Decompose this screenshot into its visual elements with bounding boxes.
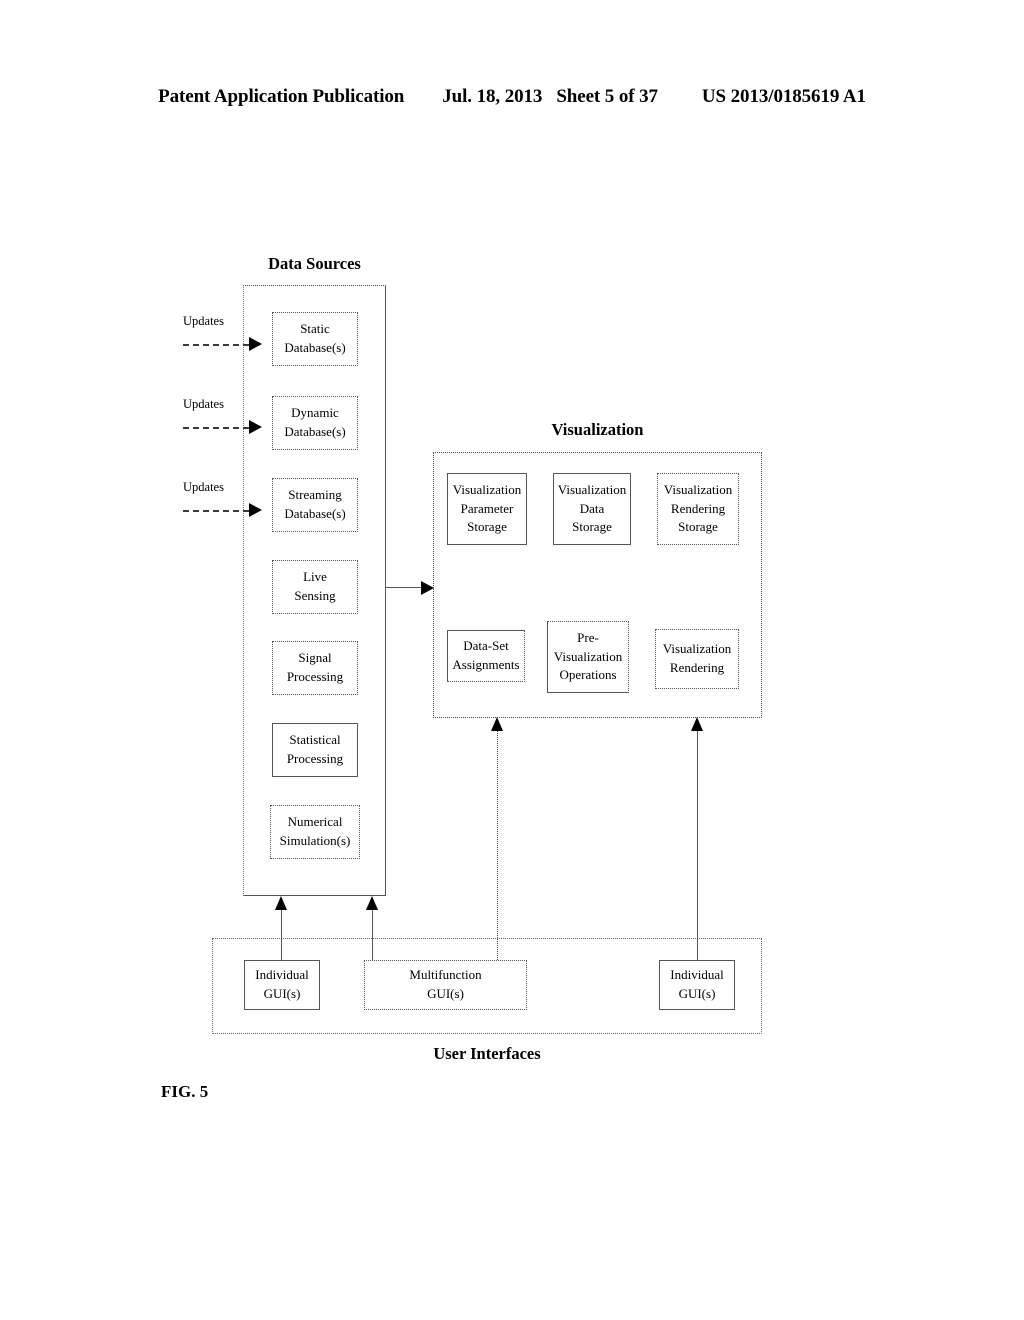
node-signal-processing-line2: Processing <box>286 669 344 684</box>
node-visualization-rendering-line2: Rendering <box>669 660 725 675</box>
node-static-database-line2: Database(s) <box>284 340 346 355</box>
node-individual-gui-left-line1: Individual <box>255 967 309 983</box>
individual-gui-left-to-datasources-arrowhead <box>275 896 287 910</box>
node-visualization-rendering-line1: Visualization <box>662 641 732 657</box>
node-visualization-parameter-storage-line1: Visualization <box>452 481 522 497</box>
node-individual-gui-left[interactable]: Individual GUI(s) <box>244 960 320 1010</box>
node-pre-visualization-operations-line3: Operations <box>559 667 617 683</box>
user-interfaces-caption: User Interfaces <box>433 1044 541 1063</box>
node-data-set-assignments-line2: Assignments <box>452 657 520 672</box>
updates-label-streaming: Updates <box>183 480 224 494</box>
visualization-caption: Visualization <box>551 420 644 439</box>
node-visualization-data-storage[interactable]: Visualization Data Storage <box>553 473 631 545</box>
node-visualization-data-storage-line1: Visualization <box>557 481 627 497</box>
figure-label: FIG. 5 <box>161 1082 209 1101</box>
updates-arrow-line-static <box>183 344 249 346</box>
updates-arrowhead-streaming <box>249 503 262 517</box>
updates-label-dynamic: Updates <box>183 397 224 411</box>
node-statistical-processing-line2: Processing <box>286 751 344 766</box>
node-visualization-rendering-storage-line1: Visualization <box>663 481 733 497</box>
node-statistical-processing-line1: Statistical <box>289 732 341 748</box>
node-visualization-rendering-storage-line3: Storage <box>678 519 718 535</box>
node-individual-gui-right[interactable]: Individual GUI(s) <box>659 960 735 1010</box>
node-numerical-simulations[interactable]: Numerical Simulation(s) <box>270 805 360 859</box>
node-signal-processing-line1: Signal <box>298 650 332 666</box>
node-static-database[interactable]: Static Database(s) <box>272 312 358 366</box>
individual-gui-right-to-visualization-arrowhead <box>691 717 703 731</box>
node-dynamic-database[interactable]: Dynamic Database(s) <box>272 396 358 450</box>
node-dynamic-database-line1: Dynamic <box>291 405 339 421</box>
node-pre-visualization-operations-line1: Pre- <box>577 629 599 645</box>
updates-arrowhead-static <box>249 337 262 351</box>
node-visualization-rendering[interactable]: Visualization Rendering <box>655 629 739 689</box>
node-live-sensing-line1: Live <box>303 569 327 585</box>
node-individual-gui-right-line1: Individual <box>670 967 724 983</box>
node-visualization-parameter-storage-line2: Parameter <box>460 500 514 516</box>
individual-gui-right-to-visualization-line <box>697 731 698 960</box>
node-visualization-rendering-storage[interactable]: Visualization Rendering Storage <box>657 473 739 545</box>
node-visualization-data-storage-line2: Data <box>579 500 605 516</box>
node-multifunction-gui-line1: Multifunction <box>409 967 482 983</box>
updates-arrow-line-streaming <box>183 510 249 512</box>
individual-gui-left-to-datasources-line <box>281 910 282 960</box>
node-numerical-simulations-line1: Numerical <box>287 814 343 830</box>
node-visualization-rendering-storage-line2: Rendering <box>670 500 726 516</box>
node-pre-visualization-operations[interactable]: Pre- Visualization Operations <box>547 621 629 693</box>
node-visualization-parameter-storage-line3: Storage <box>467 519 507 535</box>
multifunction-gui-to-datasources-arrowhead <box>366 896 378 910</box>
node-static-database-line1: Static <box>300 321 330 337</box>
multifunction-gui-to-visualization-line <box>497 731 498 960</box>
node-visualization-data-storage-line3: Storage <box>572 519 612 535</box>
multifunction-gui-to-visualization-arrowhead <box>491 717 503 731</box>
node-streaming-database[interactable]: Streaming Database(s) <box>272 478 358 532</box>
updates-arrow-line-dynamic <box>183 427 249 429</box>
node-data-set-assignments[interactable]: Data-Set Assignments <box>447 630 525 682</box>
node-individual-gui-right-line2: GUI(s) <box>678 986 716 1001</box>
node-individual-gui-left-line2: GUI(s) <box>263 986 301 1001</box>
node-signal-processing[interactable]: Signal Processing <box>272 641 358 695</box>
node-pre-visualization-operations-line2: Visualization <box>553 648 623 664</box>
updates-arrowhead-dynamic <box>249 420 262 434</box>
node-dynamic-database-line2: Database(s) <box>284 424 346 439</box>
node-visualization-parameter-storage[interactable]: Visualization Parameter Storage <box>447 473 527 545</box>
figure-5-diagram: Data Sources Updates Updates Updates Sta… <box>0 0 1024 1320</box>
updates-label-static: Updates <box>183 314 224 328</box>
node-multifunction-gui-line2: GUI(s) <box>427 986 464 1001</box>
node-streaming-database-line1: Streaming <box>288 487 342 503</box>
node-numerical-simulations-line2: Simulation(s) <box>279 833 351 848</box>
node-live-sensing[interactable]: Live Sensing <box>272 560 358 614</box>
node-data-set-assignments-line1: Data-Set <box>463 638 509 654</box>
data-sources-caption: Data Sources <box>268 254 361 273</box>
multifunction-gui-to-datasources-line <box>372 910 373 960</box>
node-live-sensing-line2: Sensing <box>294 588 336 603</box>
node-streaming-database-line2: Database(s) <box>284 506 346 521</box>
node-multifunction-gui[interactable]: Multifunction GUI(s) <box>364 960 527 1010</box>
node-statistical-processing[interactable]: Statistical Processing <box>272 723 358 777</box>
